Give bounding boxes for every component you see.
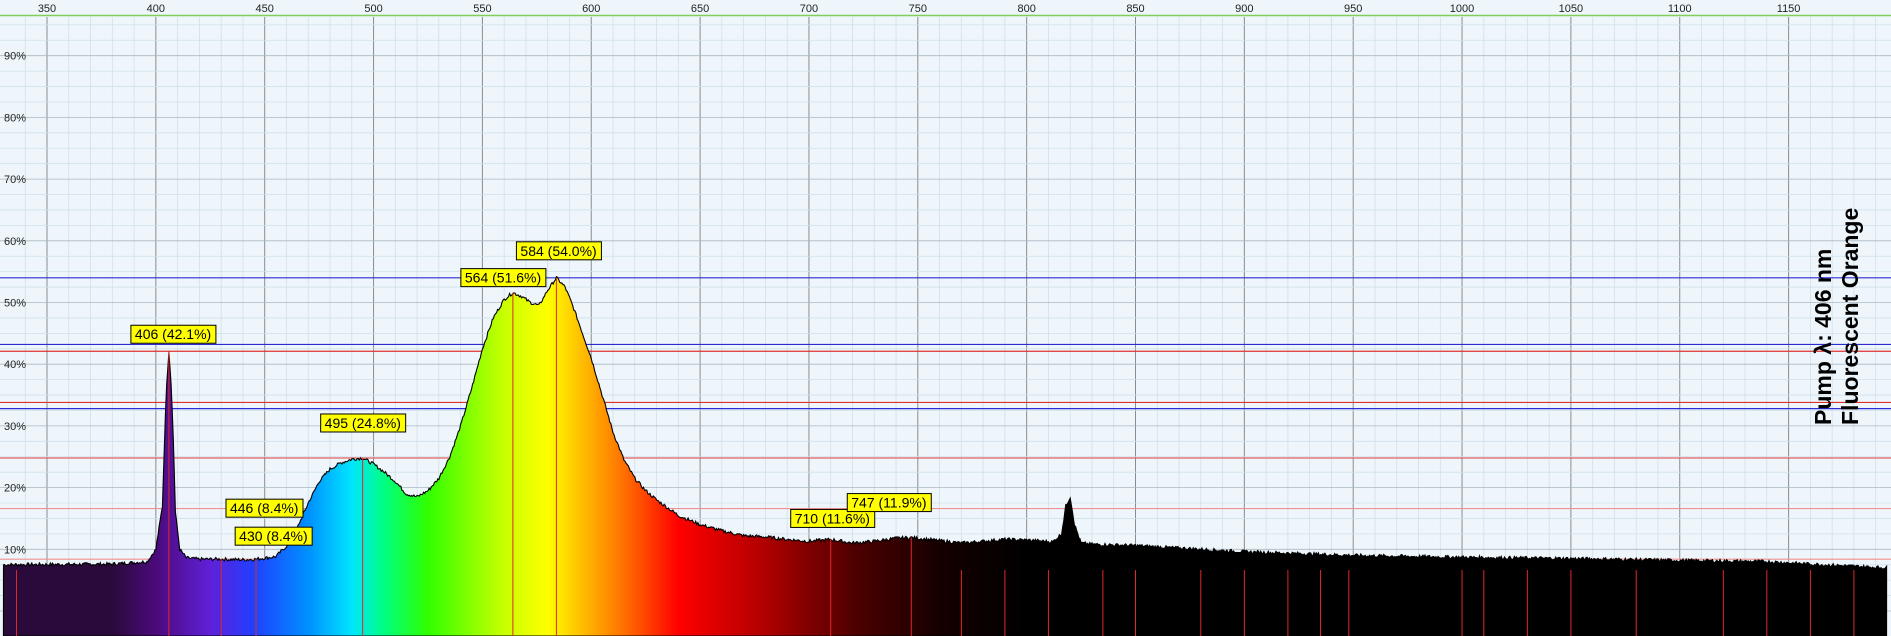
x-tick-label: 800 bbox=[1017, 3, 1035, 15]
peak-label: 495 (24.8%) bbox=[320, 413, 407, 433]
svg-text:446 (8.4%): 446 (8.4%) bbox=[230, 500, 298, 516]
y-tick-label: 50% bbox=[4, 298, 26, 310]
x-tick-label: 400 bbox=[147, 3, 165, 15]
y-tick-label: 70% bbox=[4, 174, 26, 186]
x-tick-label: 1100 bbox=[1668, 3, 1692, 15]
peak-label: 406 (42.1%) bbox=[130, 324, 217, 344]
note-line-2: Fluorescent Orange bbox=[1837, 208, 1863, 425]
x-tick-label: 450 bbox=[256, 3, 274, 15]
x-tick-label: 1000 bbox=[1450, 3, 1474, 15]
x-tick-label: 700 bbox=[800, 3, 818, 15]
peak-label: 584 (54.0%) bbox=[515, 241, 602, 261]
x-tick-label: 900 bbox=[1235, 3, 1253, 15]
x-tick-label: 350 bbox=[38, 3, 56, 15]
y-tick-label: 90% bbox=[4, 51, 26, 63]
x-tick-label: 850 bbox=[1126, 3, 1144, 15]
y-tick-label: 20% bbox=[4, 483, 26, 495]
y-tick-label: 80% bbox=[4, 112, 26, 124]
peak-label: 446 (8.4%) bbox=[225, 498, 304, 518]
y-tick-label: 40% bbox=[4, 359, 26, 371]
y-tick-label: 30% bbox=[4, 421, 26, 433]
x-tick-label: 650 bbox=[691, 3, 709, 15]
x-tick-label: 1150 bbox=[1777, 3, 1801, 15]
svg-text:747 (11.9%): 747 (11.9%) bbox=[851, 495, 926, 511]
x-tick-label: 550 bbox=[473, 3, 491, 15]
svg-text:495 (24.8%): 495 (24.8%) bbox=[325, 415, 401, 431]
svg-text:564 (51.6%): 564 (51.6%) bbox=[465, 270, 541, 286]
x-tick-label: 500 bbox=[364, 3, 382, 15]
x-tick-label: 950 bbox=[1344, 3, 1362, 15]
svg-text:430 (8.4%): 430 (8.4%) bbox=[239, 528, 307, 544]
peak-label: 430 (8.4%) bbox=[234, 526, 313, 546]
y-tick-label: 60% bbox=[4, 236, 26, 248]
x-tick-label: 600 bbox=[582, 3, 600, 15]
svg-text:406 (42.1%): 406 (42.1%) bbox=[135, 326, 211, 342]
peak-label: 747 (11.9%) bbox=[846, 493, 932, 513]
peak-label: 710 (11.6%) bbox=[790, 508, 876, 528]
svg-text:710 (11.6%): 710 (11.6%) bbox=[795, 510, 870, 526]
spectrum-chart: 350 400 450 500 550 600 650 700 750 800 850 900 950 1… bbox=[0, 0, 1891, 636]
peak-label: 564 (51.6%) bbox=[460, 268, 547, 288]
x-tick-label: 1050 bbox=[1559, 3, 1583, 15]
svg-text:584 (54.0%): 584 (54.0%) bbox=[520, 243, 596, 259]
x-tick-label: 750 bbox=[909, 3, 927, 15]
note-line-1: Pump λ: 406 nm bbox=[1810, 249, 1836, 425]
y-tick-label: 10% bbox=[4, 544, 26, 556]
